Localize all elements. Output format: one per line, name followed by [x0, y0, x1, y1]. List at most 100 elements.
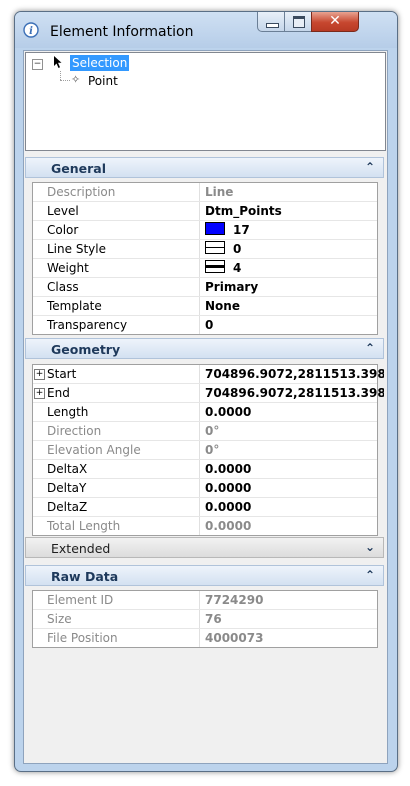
property-row-direction[interactable]: Direction 0° [33, 422, 377, 441]
property-row-line-style[interactable]: Line Style 0 [33, 240, 377, 259]
pointer-arrow-icon [54, 56, 62, 68]
property-value: 4 [233, 261, 242, 275]
property-value: Line [205, 185, 234, 199]
property-row-weight[interactable]: Weight 4 [33, 259, 377, 278]
chevron-up-icon[interactable]: ⌃ [365, 160, 375, 174]
property-row-element-id[interactable]: Element ID 7724290 [33, 591, 377, 610]
property-row-class[interactable]: Class Primary [33, 278, 377, 297]
property-value: 7724290 [205, 593, 264, 607]
line-style-icon [205, 241, 225, 254]
section-header-general[interactable]: General ⌃ [25, 157, 384, 178]
svg-text:i: i [29, 26, 33, 37]
property-row-level[interactable]: Level Dtm_Points [33, 202, 377, 221]
property-label: Direction [47, 422, 200, 440]
selection-tree[interactable]: − Selection ✧ Point [25, 52, 386, 151]
collapse-toggle-icon[interactable]: − [32, 59, 43, 70]
property-row-delta-z[interactable]: DeltaZ 0.0000 [33, 498, 377, 517]
property-row-delta-x[interactable]: DeltaX 0.0000 [33, 460, 377, 479]
close-icon: ✕ [329, 13, 341, 29]
property-value: 76 [205, 612, 222, 626]
property-label: Color [47, 221, 200, 239]
title-bar[interactable]: i Element Information ✕ [15, 12, 397, 48]
chevron-up-icon[interactable]: ⌃ [365, 568, 375, 582]
section-title: Geometry [51, 342, 121, 357]
property-row-start[interactable]: + Start 704896.9072,2811513.3987 [33, 365, 384, 384]
property-value: 0.0000 [205, 500, 252, 514]
section-header-raw-data[interactable]: Raw Data ⌃ [25, 565, 384, 586]
property-label: File Position [47, 629, 200, 647]
chevron-down-icon[interactable]: ⌄ [365, 540, 375, 554]
section-title: Raw Data [51, 569, 119, 584]
property-value: None [205, 299, 240, 313]
property-label: DeltaY [47, 479, 200, 497]
property-value: 0.0000 [205, 462, 252, 476]
property-row-color[interactable]: Color 17 [33, 221, 377, 240]
property-row-template[interactable]: Template None [33, 297, 377, 316]
property-label: Size [47, 610, 200, 628]
property-value-wrap: 0 [199, 240, 384, 258]
window-content: − Selection ✧ Point General ⌃ Descriptio… [23, 50, 388, 764]
element-information-window: i Element Information ✕ − Selection ✧ Po… [14, 11, 398, 772]
section-header-extended[interactable]: Extended ⌄ [25, 537, 384, 558]
property-label: Total Length [47, 517, 200, 535]
property-row-total-length[interactable]: Total Length 0.0000 [33, 517, 377, 535]
property-label: Start [47, 365, 200, 383]
maximize-icon [293, 16, 305, 28]
property-value-wrap: 4 [199, 259, 384, 277]
expand-plus-icon[interactable]: + [34, 369, 45, 380]
tree-connector [60, 71, 61, 80]
property-value: 0.0000 [205, 481, 252, 495]
property-value: 0° [205, 443, 220, 457]
maximize-button[interactable] [284, 12, 312, 32]
minimize-button[interactable] [257, 12, 285, 32]
property-value: 17 [233, 223, 250, 237]
property-row-delta-y[interactable]: DeltaY 0.0000 [33, 479, 377, 498]
property-row-end[interactable]: + End 704896.9072,2811513.3987 [33, 384, 384, 403]
property-label: Weight [47, 259, 200, 277]
section-title: Extended [51, 541, 111, 556]
chevron-up-icon[interactable]: ⌃ [365, 341, 375, 355]
property-row-file-position[interactable]: File Position 4000073 [33, 629, 377, 647]
property-value: 0.0000 [205, 519, 252, 533]
property-row-transparency[interactable]: Transparency 0 [33, 316, 377, 334]
expand-plus-icon[interactable]: + [34, 388, 45, 399]
tree-connector [60, 80, 70, 81]
property-label: DeltaZ [47, 498, 200, 516]
tree-item-point[interactable]: Point [88, 73, 118, 89]
general-properties-grid: Description Line Level Dtm_Points Color … [32, 182, 378, 335]
property-value-wrap: 17 [199, 221, 384, 239]
property-label: Length [47, 403, 200, 421]
raw-data-properties-grid: Element ID 7724290 Size 76 File Position… [32, 590, 378, 648]
line-weight-icon [205, 260, 225, 273]
property-label: Template [47, 297, 200, 315]
point-marker-icon: ✧ [71, 73, 81, 86]
property-label: Transparency [47, 316, 200, 334]
color-swatch [205, 222, 225, 235]
property-label: End [47, 384, 200, 402]
property-value: 0° [205, 424, 220, 438]
property-value: Dtm_Points [205, 204, 282, 218]
info-icon: i [23, 22, 39, 38]
property-value: 704896.9072,2811513.3987 [205, 386, 384, 400]
property-label: Level [47, 202, 200, 220]
property-row-size[interactable]: Size 76 [33, 610, 377, 629]
property-row-length[interactable]: Length 0.0000 [33, 403, 377, 422]
property-value: 704896.9072,2811513.3987 [205, 367, 384, 381]
close-button[interactable]: ✕ [311, 12, 359, 32]
property-row-elevation-angle[interactable]: Elevation Angle 0° [33, 441, 377, 460]
property-row-description[interactable]: Description Line [33, 183, 377, 202]
property-value: Primary [205, 280, 259, 294]
geometry-properties-grid: + Start 704896.9072,2811513.3987 + End 7… [32, 364, 384, 536]
property-label: Class [47, 278, 200, 296]
property-label: Description [47, 183, 200, 201]
property-value: 0.0000 [205, 405, 252, 419]
property-label: Element ID [47, 591, 200, 609]
property-label: Elevation Angle [47, 441, 200, 459]
window-title: Element Information [50, 24, 194, 40]
section-title: General [51, 161, 106, 176]
section-header-geometry[interactable]: Geometry ⌃ [25, 338, 384, 359]
property-label: Line Style [47, 240, 200, 258]
tree-item-selection[interactable]: Selection [70, 55, 130, 71]
property-value: 0 [205, 318, 214, 332]
property-label: DeltaX [47, 460, 200, 478]
